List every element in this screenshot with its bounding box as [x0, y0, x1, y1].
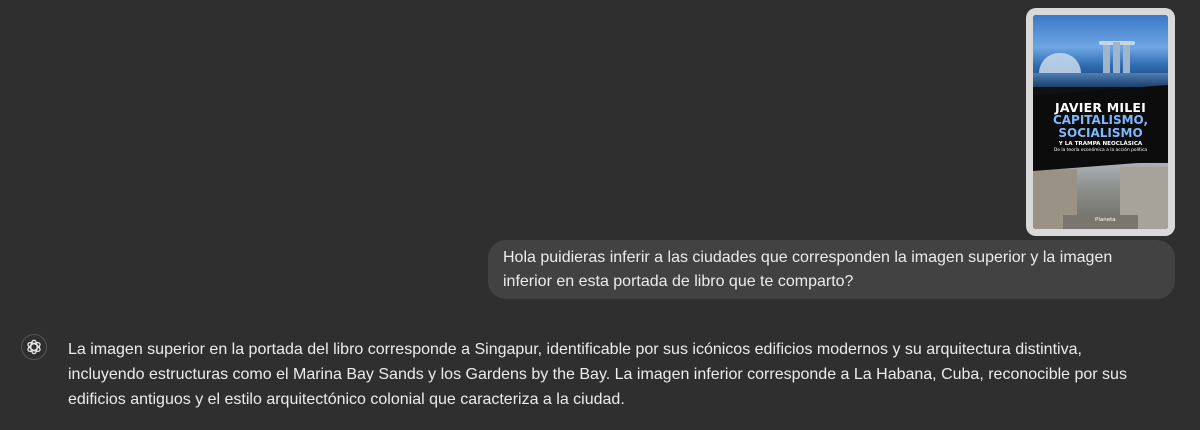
- assistant-message-text: La imagen superior en la portada del lib…: [68, 341, 1127, 408]
- cover-text: JAVIER MILEI CAPITALISMO, SOCIALISMO Y L…: [1033, 101, 1168, 154]
- user-message-bubble: Hola puidieras inferir a las ciudades qu…: [488, 240, 1175, 299]
- book-cover: JAVIER MILEI CAPITALISMO, SOCIALISMO Y L…: [1033, 15, 1168, 229]
- openai-logo-icon: [21, 334, 47, 360]
- attached-image[interactable]: JAVIER MILEI CAPITALISMO, SOCIALISMO Y L…: [1026, 8, 1175, 236]
- cover-tagline: De la teoría económica a la acción polít…: [1053, 148, 1148, 153]
- chat-thread: JAVIER MILEI CAPITALISMO, SOCIALISMO Y L…: [0, 0, 1200, 430]
- user-message-text: Hola puidieras inferir a las ciudades qu…: [503, 249, 1113, 290]
- assistant-message: La imagen superior en la portada del lib…: [68, 337, 1148, 412]
- cover-top-photo: [1033, 15, 1168, 87]
- openai-logo-svg: [27, 339, 41, 355]
- cover-subtitle: Y LA TRAMPA NEOCLÁSICA: [1058, 141, 1143, 147]
- cover-title-line2: SOCIALISMO: [1058, 126, 1143, 140]
- cover-publisher: Planeta: [1095, 217, 1116, 223]
